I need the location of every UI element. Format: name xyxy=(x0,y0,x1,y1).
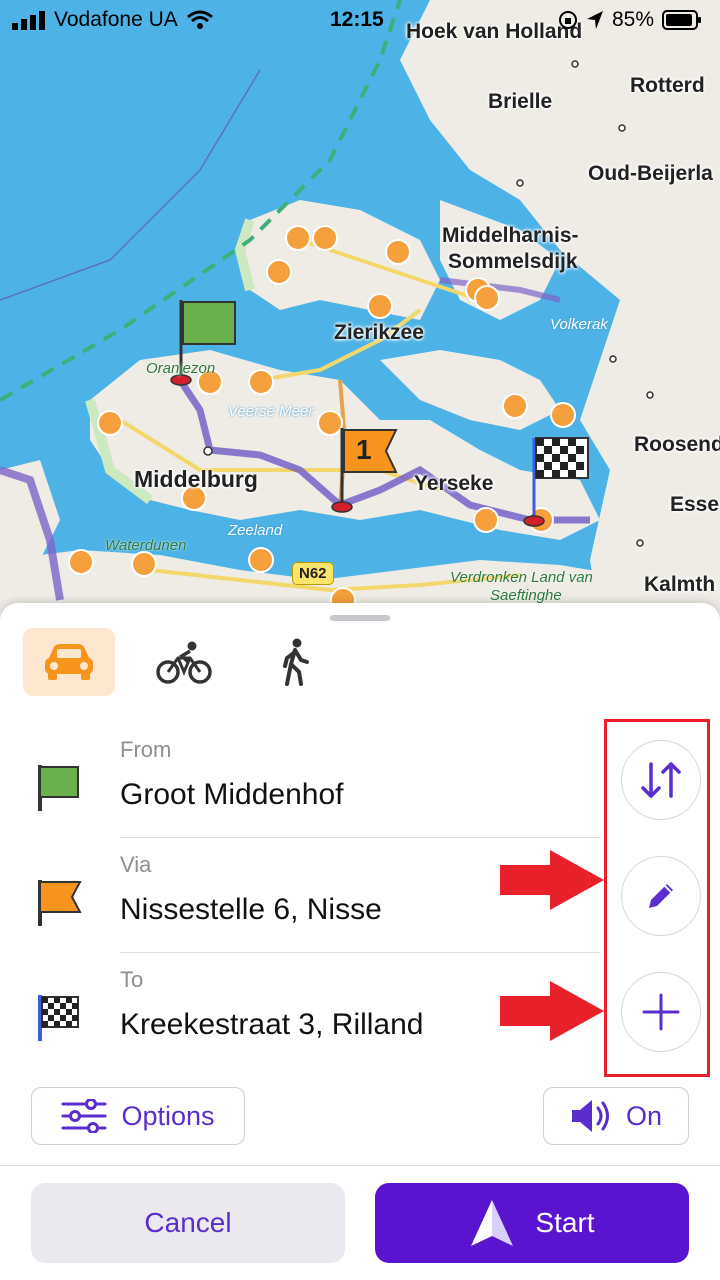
road-badge-n62: N62 xyxy=(292,562,334,585)
red-arrow-icon xyxy=(500,981,604,1041)
to-value[interactable]: Kreekestraat 3, Rilland xyxy=(120,1008,424,1042)
map-label-saeftinghe: Saeftinghe xyxy=(490,587,562,604)
lock-rotation-icon xyxy=(558,11,577,29)
mode-walk-button[interactable] xyxy=(250,628,342,696)
route-map[interactable] xyxy=(0,0,720,620)
via-value[interactable]: Nissestelle 6, Nisse xyxy=(120,893,382,927)
location-arrow-icon xyxy=(586,11,603,29)
options-label: Options xyxy=(121,1100,215,1131)
map-label-brielle: Brielle xyxy=(488,90,553,113)
map-label-oud-beijerland: Oud-Beijerla xyxy=(588,162,713,185)
carrier-name: Vodafone UA xyxy=(54,8,178,31)
status-time: 12:15 xyxy=(330,8,384,31)
via-marker-number: 1 xyxy=(356,434,372,465)
map-label-middelharnis: Middelharnis- xyxy=(442,224,579,247)
map-label-zeeland: Zeeland xyxy=(228,522,283,539)
map-label-volkerak: Volkerak xyxy=(550,316,608,333)
highlight-box xyxy=(604,719,710,1077)
start-navigation-button[interactable]: Start xyxy=(375,1183,689,1263)
battery-percent: 85% xyxy=(611,8,654,31)
options-button[interactable]: Options xyxy=(31,1087,245,1145)
speaker-icon xyxy=(571,1100,609,1132)
mode-bike-button[interactable] xyxy=(138,628,230,696)
map-label-sommelsdijk: Sommelsdijk xyxy=(448,250,578,273)
map-label-verdronken-land: Verdronken Land van xyxy=(450,569,593,586)
battery-icon xyxy=(662,10,701,30)
route-planner-sheet: From Groot Middenhof Via Nissestelle 6, … xyxy=(0,603,720,1280)
navigation-arrow-icon xyxy=(471,1200,514,1246)
footer-divider xyxy=(0,1165,720,1166)
map-label-middelburg: Middelburg xyxy=(134,466,258,492)
signal-icon xyxy=(12,11,45,30)
wifi-icon xyxy=(186,10,213,29)
pedestrian-icon xyxy=(283,638,309,686)
map-label-veerse-meer: Veerse Meer xyxy=(228,403,314,420)
mode-car-button[interactable] xyxy=(23,628,115,696)
voice-toggle-button[interactable]: On xyxy=(543,1087,689,1145)
from-label: From xyxy=(120,737,172,762)
map-label-oranjezon: Oranjezon xyxy=(146,360,216,377)
route-from-row[interactable]: From Groot Middenhof xyxy=(0,723,600,838)
start-flag-icon xyxy=(38,765,79,811)
to-label: To xyxy=(120,967,144,992)
from-value[interactable]: Groot Middenhof xyxy=(120,778,343,812)
map-label-yerseke: Yerseke xyxy=(414,472,494,495)
map-label-rotterdam: Rotterd xyxy=(630,74,705,97)
status-bar: Vodafone UA 12:15 85% xyxy=(0,0,720,40)
sheet-drag-handle[interactable] xyxy=(330,615,390,621)
finish-flag-icon xyxy=(38,995,79,1041)
red-arrow-icon xyxy=(500,850,604,910)
car-icon xyxy=(45,644,93,680)
map-label-waterdunen: Waterdunen xyxy=(105,537,187,554)
via-label: Via xyxy=(120,852,152,877)
voice-label: On xyxy=(625,1100,663,1131)
map-label-roosendaal: Roosend xyxy=(634,433,720,456)
map-label-essen: Esse xyxy=(670,493,720,516)
cancel-button[interactable]: Cancel xyxy=(31,1183,345,1263)
via-flag-icon xyxy=(38,880,82,926)
bicycle-icon xyxy=(156,641,212,684)
start-label: Start xyxy=(535,1207,595,1238)
sliders-icon xyxy=(61,1099,107,1133)
map-label-zierikzee: Zierikzee xyxy=(334,321,424,344)
map-label-kalmthout: Kalmth xyxy=(644,573,716,596)
